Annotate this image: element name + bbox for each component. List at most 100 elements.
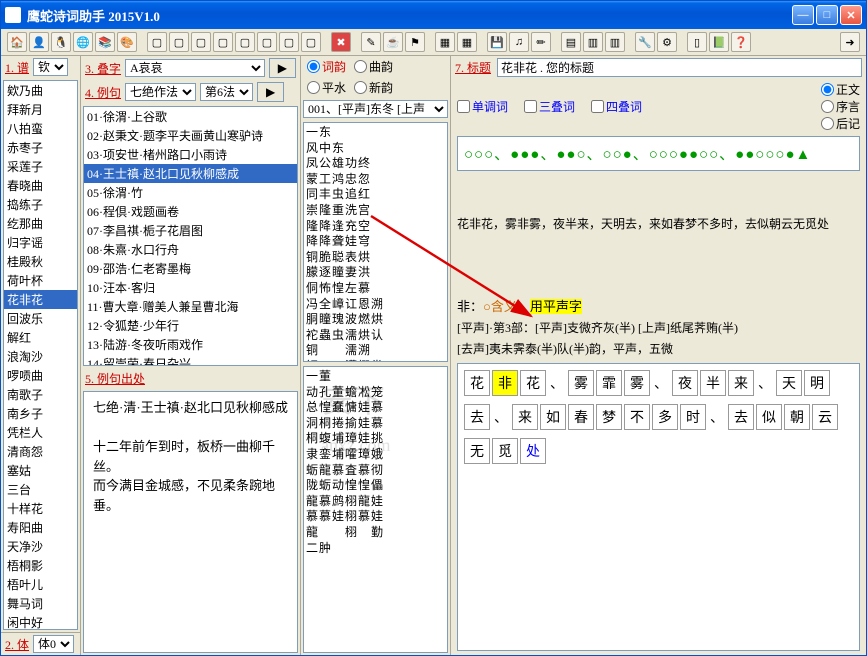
char-cell[interactable]: 似 [756,404,782,430]
ciyun-radio[interactable]: 词韵 [307,58,346,75]
pu-list-item[interactable]: 南乡子 [4,404,77,423]
globe-icon[interactable]: 🌐 [73,32,93,52]
pu-list-item[interactable]: 八拍蛮 [4,119,77,138]
example-list-item[interactable]: 05·徐渭·竹 [84,183,297,202]
char-cell[interactable]: 处 [520,438,546,464]
close-button[interactable]: ✕ [840,5,862,25]
example-list-item[interactable]: 12·令狐楚·少年行 [84,316,297,335]
char-grid[interactable]: 花非花、雾霏雾、夜半来、天明去、来如春梦不多时、去似朝云无觅处 [457,363,860,651]
char-cell[interactable]: 雾 [568,370,594,396]
book-icon[interactable]: 📗 [709,32,729,52]
char-cell[interactable]: 如 [540,404,566,430]
pu-list-item[interactable]: 浪淘沙 [4,347,77,366]
char-cell[interactable]: 云 [812,404,838,430]
liju-go-button[interactable]: ▶ [257,82,284,102]
pu-list-item[interactable]: 天净沙 [4,537,77,556]
xuyan-radio[interactable]: 序言 [821,98,860,115]
diezi-select[interactable]: A哀哀 [125,59,265,77]
tool-icon[interactable]: ▢ [301,32,321,52]
pu-list-item[interactable]: 纥那曲 [4,214,77,233]
maximize-button[interactable]: □ [816,5,838,25]
char-block-2[interactable]: 一董动孔董蟾凇笼总惶蠢慵娃慕洞桐捲揄娃慕桐蝮埔璋娃挑隶銮埔嚯璋娥蛎龍慕査慕彻陇蛎… [303,366,448,653]
ti-select[interactable]: 体0 [33,635,74,653]
save-icon[interactable]: 💾 [487,32,507,52]
liju-type-select[interactable]: 七绝作法 [125,83,196,101]
char-cell[interactable]: 来 [728,370,754,396]
minimize-button[interactable]: — [792,5,814,25]
char-cell[interactable]: 去 [728,404,754,430]
example-list-item[interactable]: 04·王士禛·赵北口见秋柳感成 [84,164,297,183]
books-icon[interactable]: 📚 [95,32,115,52]
pu-list-item[interactable]: 十样花 [4,499,77,518]
char-cell[interactable]: 去 [464,404,490,430]
pingshui-radio[interactable]: 平水 [307,79,346,96]
section-4-header[interactable]: 4. 例句 [85,84,121,101]
example-list-item[interactable]: 11·曹大章·赠美人兼呈曹北海 [84,297,297,316]
tool-icon[interactable]: ▢ [147,32,167,52]
pu-list-item[interactable]: 塞姑 [4,461,77,480]
pink-icon[interactable]: ▥ [583,32,603,52]
char-cell[interactable]: 觅 [492,438,518,464]
pu-list-item[interactable]: 梧叶儿 [4,575,77,594]
pu-list-item[interactable]: 梧桐影 [4,556,77,575]
example-list-item[interactable]: 06·程倶·戏题画卷 [84,202,297,221]
char-cell[interactable]: 明 [804,370,830,396]
stop-icon[interactable]: ✖ [331,32,351,52]
example-list-item[interactable]: 14·留崇荣·春日杂兴 [84,354,297,366]
example-list-item[interactable]: 01·徐渭·上谷歌 [84,107,297,126]
char-cell[interactable]: 多 [652,404,678,430]
section-2-header[interactable]: 2. 体 [5,636,29,653]
pu-list-item[interactable]: 解红 [4,328,77,347]
tool-icon[interactable]: ▢ [279,32,299,52]
char-cell[interactable]: 夜 [672,370,698,396]
doc-icon[interactable]: ▦ [435,32,455,52]
doc-icon[interactable]: ▦ [457,32,477,52]
example-list-item[interactable]: 09·邵浩·仁老寄墨梅 [84,259,297,278]
title-input[interactable] [497,58,862,77]
pu-list-item[interactable]: 三台 [4,480,77,499]
char-cell[interactable]: 春 [568,404,594,430]
pu-list-item[interactable]: 花非花 [4,290,77,309]
section-7-header[interactable]: 7. 标题 [455,59,491,76]
pu-list[interactable]: 欸乃曲拜新月八拍蛮赤枣子采莲子春晓曲捣练子纥那曲归字谣桂殿秋荷叶杯花非花回波乐解… [3,80,78,630]
char-cell[interactable]: 无 [464,438,490,464]
char-cell[interactable]: 天 [776,370,802,396]
xinyun-radio[interactable]: 新韵 [354,79,393,96]
qq-icon[interactable]: 🐧 [51,32,71,52]
char-cell[interactable]: 半 [700,370,726,396]
pu-list-item[interactable]: 回波乐 [4,309,77,328]
char-cell[interactable]: 来 [512,404,538,430]
pu-list-item[interactable]: 捣练子 [4,195,77,214]
gear-icon[interactable]: ⚙ [657,32,677,52]
quyun-radio[interactable]: 曲韵 [354,58,393,75]
flag-icon[interactable]: ⚑ [405,32,425,52]
houji-radio[interactable]: 后记 [821,115,860,132]
pu-list-item[interactable]: 寿阳曲 [4,518,77,537]
brush-icon[interactable]: ✎ [361,32,381,52]
rhyme-category-select[interactable]: 001、[平声]东冬 [上声 [303,100,448,118]
cup-icon[interactable]: ☕ [383,32,403,52]
help-icon[interactable]: ❓ [731,32,751,52]
pu-list-item[interactable]: 荷叶杯 [4,271,77,290]
char-cell[interactable]: 梦 [596,404,622,430]
pu-list-item[interactable]: 归字谣 [4,233,77,252]
pu-list-item[interactable]: 舞马词 [4,594,77,613]
blue-icon[interactable]: ▥ [605,32,625,52]
wrench-icon[interactable]: 🔧 [635,32,655,52]
char-cell[interactable]: 不 [624,404,650,430]
pu-list-item[interactable]: 闲中好 [4,613,77,630]
pu-list-item[interactable]: 采莲子 [4,157,77,176]
char-cell[interactable]: 雾 [624,370,650,396]
tool-icon[interactable]: ▢ [257,32,277,52]
pu-list-item[interactable]: 桂殿秋 [4,252,77,271]
dan-checkbox[interactable]: 单调词 [457,98,508,115]
example-list-item[interactable]: 10·汪本·客归 [84,278,297,297]
chart-icon[interactable]: ▤ [561,32,581,52]
san-checkbox[interactable]: 三叠词 [524,98,575,115]
char-cell[interactable]: 霏 [596,370,622,396]
example-list-item[interactable]: 07·李昌祺·栀子花眉图 [84,221,297,240]
pu-list-item[interactable]: 拜新月 [4,100,77,119]
char-cell[interactable]: 非 [492,370,518,396]
section-5-header[interactable]: 5. 例句出处 [85,370,145,387]
example-list-item[interactable]: 08·朱熹·水口行舟 [84,240,297,259]
